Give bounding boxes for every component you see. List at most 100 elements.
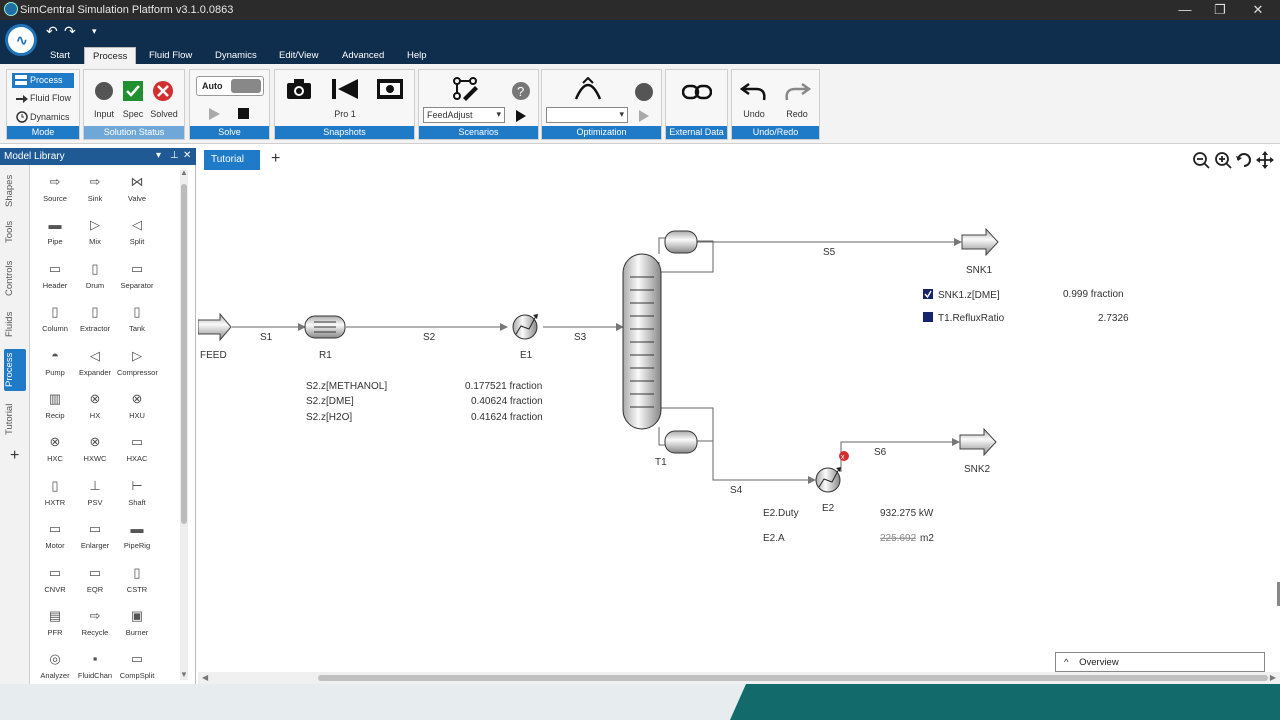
library-item-sink[interactable]: ⇨ Sink (75, 173, 115, 203)
tab-edit-view[interactable]: Edit/View (271, 47, 326, 64)
library-item-motor[interactable]: ▭ Motor (35, 520, 75, 550)
pin-icon[interactable]: ⊥ (170, 150, 179, 161)
library-item-analyzer[interactable]: ◎ Analyzer (35, 650, 75, 680)
library-scrollbar[interactable]: ▲ ▼ (180, 168, 188, 680)
scroll-left-icon[interactable]: ◀ (202, 673, 208, 682)
mode-process-button[interactable]: Process (12, 73, 74, 88)
s2-prop-name[interactable]: S2.z[METHANOL] (306, 381, 387, 392)
stop-icon[interactable] (238, 108, 250, 120)
undo-icon[interactable]: ↶ (46, 23, 58, 40)
horizontal-scroll-thumb[interactable] (318, 675, 1268, 681)
library-item-split[interactable]: ◁ Split (117, 216, 157, 246)
optimization-status-icon[interactable] (634, 82, 654, 102)
library-item-source[interactable]: ⇨ Source (35, 173, 75, 203)
vtab-fluids[interactable]: Fluids (4, 307, 26, 341)
library-item-header[interactable]: ▭ Header (35, 260, 75, 290)
s2-prop-name[interactable]: S2.z[DME] (306, 396, 354, 407)
zoom-in-icon[interactable] (1215, 152, 1232, 169)
redo-icon[interactable]: ↷ (64, 23, 76, 40)
library-item-psv[interactable]: ⊥ PSV (75, 477, 115, 507)
tab-dynamics[interactable]: Dynamics (207, 47, 265, 64)
checkbox-square[interactable] (923, 312, 933, 322)
optimization-icon[interactable] (574, 77, 602, 101)
library-item-extractor[interactable]: ▯ Extractor (75, 303, 115, 333)
run-scenario-icon[interactable] (515, 110, 527, 122)
tab-fluid-flow[interactable]: Fluid Flow (141, 47, 200, 64)
library-item-enlarger[interactable]: ▭ Enlarger (75, 520, 115, 550)
library-item-recip[interactable]: ▥ Recip (35, 390, 75, 420)
run-optimization-icon[interactable] (638, 110, 650, 122)
library-item-pump[interactable]: ◓ Pump (35, 347, 75, 377)
spec-check-icon[interactable] (122, 80, 144, 102)
scroll-thumb[interactable] (181, 184, 187, 524)
library-item-drum[interactable]: ▯ Drum (75, 260, 115, 290)
library-item-hxtr[interactable]: ▯ HXTR (35, 477, 75, 507)
scroll-right-icon[interactable]: ▶ (1270, 673, 1276, 682)
solved-error-icon[interactable] (152, 80, 174, 102)
library-item-burner[interactable]: ▣ Burner (117, 607, 157, 637)
snapshot-gallery-icon[interactable] (376, 78, 404, 100)
library-item-cstr[interactable]: ▯ CSTR (117, 564, 157, 594)
flowsheet-canvas[interactable]: x FEED S1 R1 S2 E1 S3 S5 SNK1 T1 S4 S6 E… (198, 172, 1280, 676)
scroll-down-icon[interactable]: ▼ (180, 670, 188, 679)
library-item-recycle[interactable]: ⇨ Recycle (75, 607, 115, 637)
library-item-tank[interactable]: ▯ Tank (117, 303, 157, 333)
camera-icon[interactable] (286, 78, 312, 100)
first-snapshot-icon[interactable] (331, 78, 359, 100)
reflux-prop-name[interactable]: T1.RefluxRatio (938, 313, 1005, 324)
mode-dynamics-button[interactable]: Dynamics (12, 110, 78, 125)
library-item-mix[interactable]: ▷ Mix (75, 216, 115, 246)
library-item-piperig[interactable]: ▬ PipeRig (117, 520, 157, 550)
library-item-column[interactable]: ▯ Column (35, 303, 75, 333)
s2-prop-name[interactable]: S2.z[H2O] (306, 412, 352, 423)
vtab-controls[interactable]: Controls (4, 255, 26, 301)
e2-area-value[interactable]: 225.692 (880, 533, 917, 544)
library-item-pfr[interactable]: ▤ PFR (35, 607, 75, 637)
library-item-hxu[interactable]: ⊗ HXU (117, 390, 157, 420)
redo-large-icon[interactable] (783, 80, 811, 102)
tab-tutorial-document[interactable]: Tutorial (204, 150, 260, 170)
library-item-compressor[interactable]: ▷ Compressor (117, 347, 158, 377)
e2-duty-name[interactable]: E2.Duty (763, 508, 799, 519)
help-icon[interactable]: ? (511, 81, 531, 101)
vtab-tools[interactable]: Tools (4, 217, 26, 247)
library-item-cnvr[interactable]: ▭ CNVR (35, 564, 75, 594)
refresh-icon[interactable] (1236, 153, 1251, 167)
vtab-tutorial[interactable]: Tutorial (4, 397, 26, 441)
undo-large-icon[interactable] (740, 80, 768, 102)
vtab-shapes[interactable]: Shapes (4, 171, 26, 211)
library-item-hxac[interactable]: ▭ HXAC (117, 433, 157, 463)
library-item-hxc[interactable]: ⊗ HXC (35, 433, 75, 463)
mode-fluid-flow-button[interactable]: Fluid Flow (12, 91, 78, 106)
panel-close-icon[interactable]: ✕ (183, 150, 191, 161)
library-item-fluidchan[interactable]: ▪ FluidChan (75, 650, 115, 680)
tab-help[interactable]: Help (399, 47, 435, 64)
tab-start[interactable]: Start (42, 47, 78, 64)
customize-toolbar-icon[interactable]: ▾ (92, 26, 97, 37)
auto-toggle[interactable]: Auto (196, 76, 264, 96)
add-library-button[interactable]: + (10, 447, 19, 465)
vtab-process[interactable]: Process (4, 349, 26, 391)
snk1-prop-name[interactable]: SNK1.z[DME] (938, 290, 1000, 301)
e2-area-name[interactable]: E2.A (763, 533, 785, 544)
canvas-horizontal-scrollbar[interactable]: ◀ ▶ (198, 672, 1280, 684)
library-item-compsplit[interactable]: ▭ CompSplit (117, 650, 157, 680)
scenario-edit-icon[interactable] (451, 76, 479, 102)
overview-toggle[interactable]: ^ Overview (1055, 652, 1265, 672)
library-item-valve[interactable]: ⋈ Valve (117, 173, 157, 203)
close-button[interactable]: ✕ (1240, 0, 1276, 20)
link-icon[interactable] (682, 84, 712, 100)
pan-icon[interactable] (1256, 151, 1274, 169)
tab-process[interactable]: Process (84, 47, 137, 64)
restore-button[interactable]: ❐ (1202, 0, 1238, 20)
library-item-pipe[interactable]: ▬ Pipe (35, 216, 75, 246)
library-item-eqr[interactable]: ▭ EQR (75, 564, 115, 594)
input-status-icon[interactable] (93, 80, 115, 102)
library-item-hxwc[interactable]: ⊗ HXWC (75, 433, 115, 463)
minimize-button[interactable]: — (1167, 0, 1203, 20)
library-item-shaft[interactable]: ⊢ Shaft (117, 477, 157, 507)
library-item-hx[interactable]: ⊗ HX (75, 390, 115, 420)
zoom-out-icon[interactable] (1193, 152, 1210, 169)
add-document-tab-button[interactable]: + (271, 150, 280, 168)
app-logo[interactable]: ∿ (5, 24, 37, 56)
